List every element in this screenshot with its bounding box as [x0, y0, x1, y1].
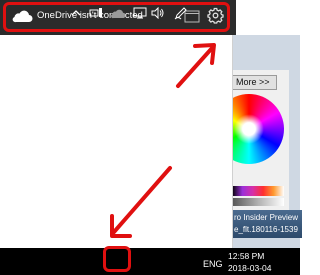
clock-time[interactable]: 12:58 PM: [228, 251, 264, 261]
windows-watermark: ro Insider Preview e_flt.180116-1539: [232, 210, 302, 238]
language-indicator[interactable]: ENG: [203, 259, 223, 269]
grayscale-strip[interactable]: [232, 198, 284, 206]
display-icon[interactable]: [132, 4, 148, 22]
more-button[interactable]: More >>: [232, 75, 277, 90]
volume-icon[interactable]: [150, 4, 166, 22]
onedrive-tray-icon[interactable]: [110, 4, 126, 22]
clock-date[interactable]: 2018-03-04: [228, 263, 271, 273]
onedrive-panel-body: [0, 35, 233, 248]
build-label: e_flt.180116-1539: [234, 225, 298, 234]
gear-icon[interactable]: [207, 7, 224, 24]
notification-icon[interactable]: [276, 4, 292, 22]
cloud-icon: [11, 9, 33, 23]
network-icon[interactable]: [88, 4, 104, 22]
color-wheel-center: [234, 114, 264, 144]
pen-icon[interactable]: [173, 4, 189, 22]
color-palette-strip[interactable]: [232, 186, 284, 196]
insider-preview-label: ro Insider Preview: [234, 213, 299, 222]
chevron-up-icon[interactable]: [68, 4, 84, 22]
